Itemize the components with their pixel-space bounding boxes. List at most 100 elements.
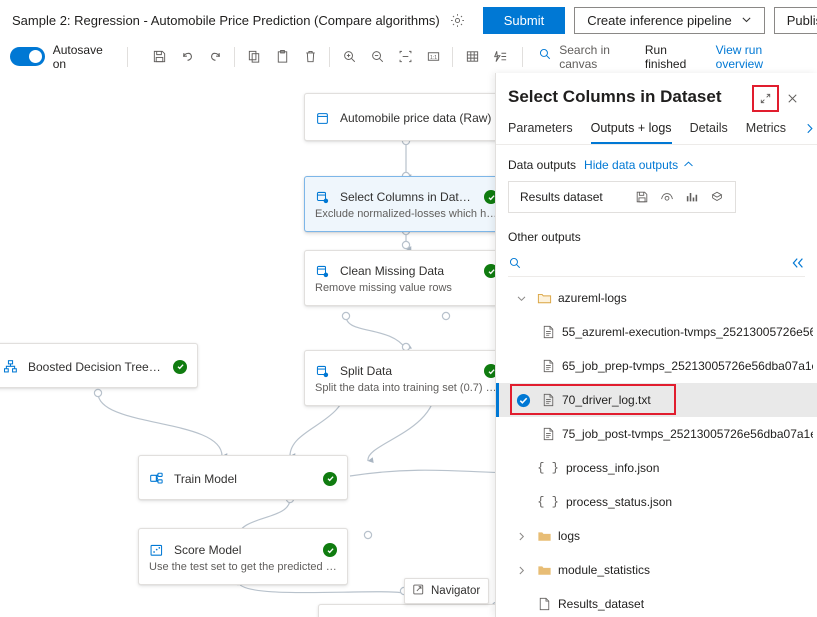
- tree-row-file-process-info-json[interactable]: { } process_info.json: [496, 451, 817, 485]
- module-icon: [315, 364, 330, 379]
- node-title: Train Model: [174, 472, 313, 486]
- panel-title: Select Columns in Dataset: [508, 85, 752, 109]
- node-header: Automobile price data (Raw): [305, 94, 508, 142]
- chevron-right-icon[interactable]: [510, 531, 532, 542]
- search-input[interactable]: [530, 255, 791, 271]
- tree-row-file-process-status-json[interactable]: { } process_status.json: [496, 485, 817, 519]
- close-icon[interactable]: [779, 85, 805, 111]
- node-header: Score Model: [139, 537, 347, 563]
- svg-text:1:1: 1:1: [430, 55, 437, 61]
- data-outputs-header: Data outputs Hide data outputs: [496, 145, 817, 172]
- node-evaluate-model-partial[interactable]: [318, 604, 518, 617]
- navigator-icon: [412, 583, 425, 599]
- file-icon: [536, 325, 560, 339]
- node-select-columns-in-dataset[interactable]: Select Columns in Dataset Exclude normal…: [304, 176, 509, 232]
- file-icon: [536, 427, 560, 441]
- node-subtitle: Remove missing value rows: [305, 282, 508, 294]
- tree-row-file-70-driver-log[interactable]: 70_driver_log.txt: [496, 383, 817, 417]
- node-train-model[interactable]: Train Model: [138, 455, 348, 500]
- toolbar-divider: [329, 47, 330, 67]
- save-icon[interactable]: [147, 45, 171, 69]
- tree-label: process_info.json: [566, 461, 659, 475]
- navigator-label: Navigator: [431, 585, 480, 597]
- chevron-right-icon[interactable]: [804, 122, 816, 144]
- navigator-button[interactable]: Navigator: [404, 578, 489, 604]
- status-badge: [323, 472, 337, 486]
- chevron-right-icon[interactable]: [510, 565, 532, 576]
- node-title: Clean Missing Data: [340, 264, 474, 278]
- train-model-icon: [149, 471, 164, 486]
- score-model-icon: [149, 543, 164, 558]
- dataset-icon: [315, 111, 330, 126]
- node-boosted-decision-tree-regression[interactable]: Boosted Decision Tree Regre...: [0, 343, 198, 388]
- tree-row-file-75-job-post[interactable]: 75_job_post-tvmps_25213005726e56dba07a1e…: [496, 417, 817, 451]
- chevron-up-icon: [683, 158, 694, 172]
- node-title: Boosted Decision Tree Regre...: [28, 360, 163, 374]
- undo-icon[interactable]: [175, 45, 199, 69]
- register-dataset-icon[interactable]: [635, 190, 649, 204]
- zoom-in-icon[interactable]: [337, 45, 361, 69]
- chevron-down-icon: [741, 13, 752, 28]
- node-automobile-price-data[interactable]: Automobile price data (Raw): [304, 93, 509, 141]
- tree-row-file-55-azureml-execution[interactable]: 55_azureml-execution-tvmps_25213005726e5…: [496, 315, 817, 349]
- run-status: Run finished View run overview: [645, 43, 807, 71]
- collapse-all-icon[interactable]: [791, 257, 805, 269]
- node-clean-missing-data[interactable]: Clean Missing Data Remove missing value …: [304, 250, 509, 306]
- tab-metrics[interactable]: Metrics: [746, 121, 786, 144]
- fit-to-screen-icon[interactable]: [393, 45, 417, 69]
- tree-label: process_status.json: [566, 495, 672, 509]
- grid-icon[interactable]: [460, 45, 484, 69]
- tree-row-folder-logs[interactable]: logs: [496, 519, 817, 553]
- publish-button[interactable]: Publish: [774, 7, 817, 34]
- search-in-canvas[interactable]: Search in canvas: [538, 43, 645, 71]
- chevron-down-icon[interactable]: [510, 293, 532, 304]
- data-output-name: Results dataset: [520, 190, 635, 204]
- other-outputs-tree: azureml-logs 55_azureml-execution-tvmps_…: [496, 281, 817, 617]
- gear-icon[interactable]: [450, 9, 465, 31]
- tree-row-file-65-job-prep[interactable]: 65_job_prep-tvmps_25213005726e56dba07a1e…: [496, 349, 817, 383]
- folder-icon: [532, 564, 556, 577]
- redo-icon[interactable]: [203, 45, 227, 69]
- tree-row-file-results-dataset[interactable]: Results_dataset: [496, 587, 817, 617]
- copy-icon[interactable]: [242, 45, 266, 69]
- hide-data-outputs-link[interactable]: Hide data outputs: [584, 158, 694, 172]
- explore-icon[interactable]: [710, 190, 724, 204]
- actual-size-icon[interactable]: 1:1: [421, 45, 445, 69]
- data-output-row[interactable]: Results dataset: [508, 181, 736, 213]
- autosave-toggle[interactable]: Autosave on: [10, 43, 115, 71]
- delete-icon[interactable]: [298, 45, 322, 69]
- page-title: Sample 2: Regression - Automobile Price …: [12, 13, 440, 28]
- other-outputs-label: Other outputs: [496, 213, 817, 244]
- autosave-label: Autosave on: [53, 43, 116, 71]
- other-outputs-search[interactable]: [508, 249, 805, 277]
- create-inference-pipeline-button[interactable]: Create inference pipeline: [574, 7, 765, 34]
- node-header: Split Data: [305, 358, 508, 384]
- canvas-toolbar: Autosave on: [0, 40, 817, 74]
- submit-button[interactable]: Submit: [483, 7, 565, 34]
- tree-row-folder-azureml-logs[interactable]: azureml-logs: [496, 281, 817, 315]
- selected-check-icon: [510, 393, 536, 408]
- expand-diagonal-icon[interactable]: [752, 85, 779, 112]
- status-badge: [323, 543, 337, 557]
- visualize-icon[interactable]: [685, 190, 699, 204]
- node-split-data[interactable]: Split Data Split the data into training …: [304, 350, 509, 406]
- preview-data-icon[interactable]: [660, 190, 674, 204]
- top-command-bar: Sample 2: Regression - Automobile Price …: [0, 0, 817, 41]
- zoom-out-icon[interactable]: [365, 45, 389, 69]
- node-title: Automobile price data (Raw): [340, 111, 498, 125]
- node-subtitle: Use the test set to get the predicted pr…: [139, 561, 347, 573]
- file-icon: [536, 393, 560, 407]
- tab-details[interactable]: Details: [690, 121, 728, 144]
- search-icon: [508, 256, 522, 270]
- auto-layout-icon[interactable]: [488, 45, 512, 69]
- tab-outputs-logs[interactable]: Outputs + logs: [591, 121, 672, 144]
- paste-icon[interactable]: [270, 45, 294, 69]
- tree-row-folder-module-statistics[interactable]: module_statistics: [496, 553, 817, 587]
- create-inference-pipeline-label: Create inference pipeline: [587, 13, 732, 28]
- tree-label: 70_driver_log.txt: [562, 393, 651, 407]
- tab-parameters[interactable]: Parameters: [508, 121, 573, 144]
- view-run-overview-link[interactable]: View run overview: [716, 43, 807, 71]
- status-badge: [173, 360, 187, 374]
- node-score-model[interactable]: Score Model Use the test set to get the …: [138, 528, 348, 585]
- tree-label: 55_azureml-execution-tvmps_25213005726e5…: [562, 325, 813, 339]
